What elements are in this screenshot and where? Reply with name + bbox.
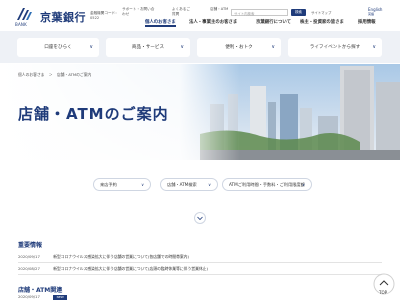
subnav-label: 商品・サービス bbox=[131, 45, 165, 50]
chevron-down-icon: ∨ bbox=[271, 44, 275, 50]
sitemap-link[interactable]: サイトマップ bbox=[311, 10, 331, 15]
notice-item[interactable]: 2020/09/17 新型コロナウイルス感染拡大に伴う店舗の営業について(各店舗… bbox=[18, 254, 318, 260]
gnav-investors[interactable]: 株主・投資家の皆さま bbox=[300, 19, 344, 27]
notice-text[interactable]: 新型コロナウイルス感染拡大に伴う店舗の営業について(店頭の臨時休業等に伴う営業休… bbox=[53, 266, 208, 271]
logo-mark-icon bbox=[17, 8, 32, 20]
subnav-open-account[interactable]: 口座をひらく ∨ bbox=[17, 38, 99, 57]
chevron-down-icon: ∨ bbox=[89, 44, 93, 50]
breadcrumb-home-link[interactable]: 個人のお客さま bbox=[18, 72, 45, 77]
site-search-input[interactable]: サイト内検索 bbox=[231, 9, 288, 16]
bank-code: 金融機関コード：0522 bbox=[90, 11, 119, 20]
gnav-about[interactable]: 京葉銀行について bbox=[256, 19, 291, 27]
news-item[interactable]: 2020/09/17 NEW bbox=[18, 294, 318, 300]
chevron-down-icon: ∨ bbox=[180, 44, 184, 50]
sub-navigation: 口座をひらく ∨ 商品・サービス ∨ 便利・おトク ∨ ライフイベントから探す … bbox=[0, 31, 400, 63]
divider bbox=[18, 262, 382, 263]
branch-atm-news-title: 店舗・ATM関連 bbox=[18, 287, 63, 294]
branch-atm-link[interactable]: 店舗・ATM bbox=[210, 7, 230, 12]
gnav-personal[interactable]: 個人のお客さま bbox=[145, 19, 176, 27]
logo-subtext: BANK bbox=[15, 22, 27, 27]
notice-item[interactable]: 2020/08/27 新型コロナウイルス感染拡大に伴う店舗の営業について(店頭の… bbox=[18, 266, 318, 272]
chevron-down-icon: ∨ bbox=[141, 182, 144, 187]
gnav-recruit[interactable]: 採用情報 bbox=[358, 19, 376, 27]
faq-link[interactable]: よくあるご質問 bbox=[172, 7, 192, 17]
pill-label: ATMご利用時間・手数料・ご利用限度額 bbox=[229, 182, 305, 187]
news-date: 2020/09/17 bbox=[18, 294, 40, 299]
search-button[interactable]: 検索 bbox=[291, 9, 306, 16]
pill-branch-search[interactable]: 店舗・ATM検索 ∨ bbox=[160, 178, 218, 191]
breadcrumb: 個人のお客さま ＞ 店舗・ATMのご案内 bbox=[18, 72, 91, 78]
page-title: 店舗・ATMのご案内 bbox=[18, 105, 169, 123]
breadcrumb-current: 店舗・ATMのご案内 bbox=[56, 72, 92, 77]
chevron-down-icon: ∨ bbox=[372, 44, 376, 50]
subnav-life-events[interactable]: ライフイベントから探す ∨ bbox=[288, 38, 382, 57]
pill-atm-info[interactable]: ATMご利用時間・手数料・ご利用限度額 ∨ bbox=[222, 178, 312, 191]
site-header: BANK 京葉銀行 金融機関コード：0522 サポート・お問い合わせ よくあるご… bbox=[0, 0, 400, 30]
subnav-label: ライフイベントから探す bbox=[309, 45, 361, 50]
subnav-label: 口座をひらく bbox=[44, 45, 72, 50]
chevron-down-icon: ∨ bbox=[302, 182, 305, 187]
gnav-corporate[interactable]: 法人・事業主のお客さま bbox=[189, 19, 237, 27]
hero-banner: 個人のお客さま ＞ 店舗・ATMのご案内 店舗・ATMのご案内 bbox=[0, 64, 400, 160]
new-badge: NEW bbox=[53, 294, 68, 300]
pill-label: 来店予約 bbox=[100, 182, 117, 187]
subnav-label: 便利・おトク bbox=[225, 45, 253, 50]
important-info-title: 重要情報 bbox=[18, 242, 43, 249]
notice-date: 2020/08/27 bbox=[18, 266, 40, 271]
english-link-sub: 英語 bbox=[368, 12, 375, 16]
subnav-benefits[interactable]: 便利・おトク ∨ bbox=[197, 38, 281, 57]
bank-logo[interactable]: BANK bbox=[15, 7, 37, 29]
divider bbox=[18, 274, 382, 275]
notice-date: 2020/09/17 bbox=[18, 254, 40, 259]
bank-name[interactable]: 京葉銀行 bbox=[40, 9, 86, 25]
support-link[interactable]: サポート・お問い合わせ bbox=[122, 7, 157, 17]
page-top-label[interactable]: TOP bbox=[379, 290, 387, 295]
breadcrumb-separator: ＞ bbox=[48, 72, 53, 77]
subnav-products[interactable]: 商品・サービス ∨ bbox=[106, 38, 190, 57]
pill-visit-reservation[interactable]: 来店予約 ∨ bbox=[93, 178, 151, 191]
notice-text[interactable]: 新型コロナウイルス感染拡大に伴う店舗の営業について(各店舗での時間帯案内) bbox=[53, 254, 189, 259]
chevron-down-icon: ∨ bbox=[208, 182, 211, 187]
pill-label: 店舗・ATM検索 bbox=[167, 182, 197, 187]
scroll-down-icon[interactable] bbox=[194, 212, 206, 224]
